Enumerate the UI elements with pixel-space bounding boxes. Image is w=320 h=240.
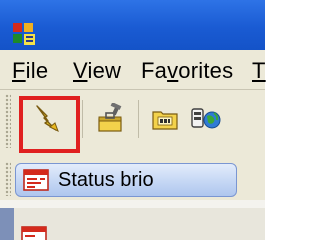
toolbox-icon [98,103,122,132]
menu-favorites-a: a [154,58,168,83]
status-toolbar-grip[interactable] [5,162,11,196]
menu-view[interactable]: View [73,58,121,84]
toolbar-grip[interactable] [5,94,11,148]
menu-view-mnemonic: V [73,58,88,83]
toolbar-separator-2 [138,100,139,138]
folder-icon [152,111,178,130]
toolbar-separator [82,100,83,138]
network-button[interactable] [188,100,224,138]
status-brio-label: Status brio [58,169,154,191]
network-globe-icon [191,108,221,129]
folder-button[interactable] [148,100,184,138]
status-toolbar: Status brio [0,158,265,200]
menu-favorites-first: F [141,58,155,83]
menu-file-mnemonic: F [12,58,26,83]
title-bar[interactable] [0,0,265,50]
menu-file-label: ile [25,58,49,83]
status-brio-button[interactable]: Status brio [15,163,237,197]
status-window-icon [23,169,49,191]
menu-favorites[interactable]: Favorites [141,58,233,84]
menu-file[interactable]: File [12,58,48,84]
menu-favorites-label: orites [178,58,234,83]
menu-tools[interactable]: T [252,58,266,84]
menu-tools-mnemonic: T [252,58,266,83]
app-window-icon[interactable] [12,22,36,46]
menu-favorites-mnemonic: v [167,58,179,83]
menu-bar: File View Favorites T [0,50,265,90]
toolbar-highlight-box [19,96,80,153]
menu-view-label: iew [87,58,122,83]
child-window-icon [21,226,47,240]
toolbox-button[interactable] [94,100,130,138]
